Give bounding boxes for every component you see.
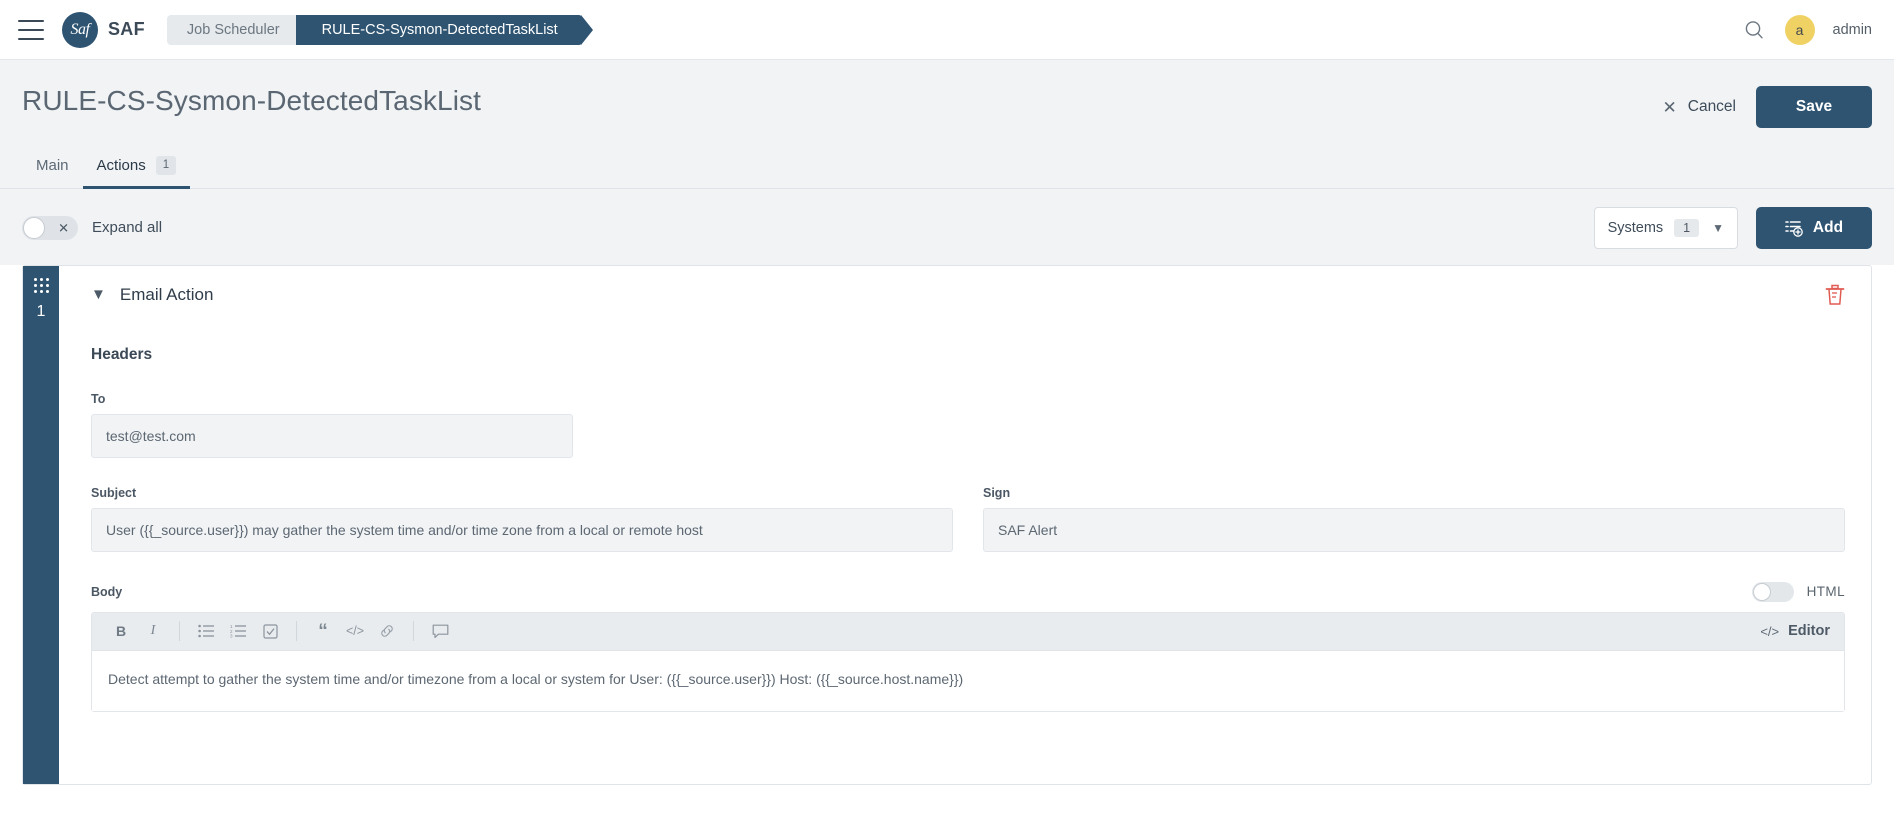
action-index: 1 xyxy=(36,302,46,320)
html-toggle-label: HTML xyxy=(1806,584,1845,600)
toggle-knob xyxy=(1752,582,1771,601)
action-card-body: ▼ Email Action Headers To test@test.com xyxy=(59,266,1871,784)
systems-dropdown-count: 1 xyxy=(1674,218,1700,237)
field-subject-label: Subject xyxy=(91,485,137,500)
subject-sign-row: Subject User ({{_source.user}}) may gath… xyxy=(91,486,1845,552)
expand-all-label: Expand all xyxy=(92,219,163,237)
toolbar-row-right: Systems 1 ▼ Add xyxy=(1593,206,1872,249)
systems-dropdown-label: Systems xyxy=(1607,219,1664,236)
add-list-icon xyxy=(1785,219,1803,237)
username-label[interactable]: admin xyxy=(1833,22,1873,38)
field-to-label: To xyxy=(91,391,106,406)
page-header: RULE-CS-Sysmon-DetectedTaskList ✕ Cancel… xyxy=(0,60,1894,189)
action-card: 1 ▼ Email Action Headers To test@test.co… xyxy=(22,264,1872,785)
toolbar-row: ✕ Expand all Systems 1 ▼ Add xyxy=(0,188,1894,265)
expand-all-control: ✕ Expand all xyxy=(22,215,163,240)
chevron-down-icon: ▼ xyxy=(1712,220,1724,235)
breadcrumb-item-rule[interactable]: RULE-CS-Sysmon-DetectedTaskList xyxy=(295,14,593,45)
subject-input[interactable]: User ({{_source.user}}) may gather the s… xyxy=(91,507,953,552)
chevron-down-icon[interactable]: ▼ xyxy=(91,286,106,303)
editor-mode-button[interactable]: </> Editor xyxy=(1760,623,1830,639)
field-sign-label: Sign xyxy=(983,485,1011,500)
bold-icon[interactable]: B xyxy=(106,617,136,645)
field-subject: Subject User ({{_source.user}}) may gath… xyxy=(91,486,953,552)
breadcrumb: Job Scheduler RULE-CS-Sysmon-DetectedTas… xyxy=(166,14,593,45)
cancel-button[interactable]: ✕ Cancel xyxy=(1663,98,1737,116)
toolbar-divider xyxy=(413,621,414,642)
drag-dots-icon xyxy=(33,277,49,293)
action-card-header: ▼ Email Action xyxy=(91,284,1845,306)
editor-toolbar: B I 1 2 3 “ </> </> Editor xyxy=(92,612,1844,651)
body-field-header: Body HTML xyxy=(91,581,1845,602)
avatar[interactable]: a xyxy=(1784,14,1815,45)
toolbar-divider xyxy=(179,621,180,642)
breadcrumb-label: RULE-CS-Sysmon-DetectedTaskList xyxy=(321,21,558,38)
toggle-knob xyxy=(23,216,45,239)
tab-actions[interactable]: Actions 1 xyxy=(82,156,191,189)
add-button-label: Add xyxy=(1812,218,1844,236)
body-editor-content[interactable]: Detect attempt to gather the system time… xyxy=(92,650,1844,711)
logo-text: Saf xyxy=(70,20,90,38)
save-button[interactable]: Save xyxy=(1756,86,1872,128)
tab-actions-label: Actions xyxy=(96,156,146,174)
editor-mode-label: Editor xyxy=(1788,623,1830,640)
brand-name: SAF xyxy=(108,19,145,39)
field-to: To test@test.com xyxy=(91,392,1845,458)
cancel-button-label: Cancel xyxy=(1687,98,1736,115)
tab-main[interactable]: Main xyxy=(22,156,83,189)
page-title: RULE-CS-Sysmon-DetectedTaskList xyxy=(22,85,482,116)
systems-dropdown[interactable]: Systems 1 ▼ xyxy=(1593,206,1738,249)
avatar-initial: a xyxy=(1795,21,1804,38)
code-icon: </> xyxy=(1760,623,1780,639)
svg-text:3: 3 xyxy=(230,634,233,638)
expand-all-toggle[interactable]: ✕ xyxy=(22,215,78,240)
field-sign: Sign SAF Alert xyxy=(983,486,1845,552)
breadcrumb-label: Job Scheduler xyxy=(186,21,280,38)
field-body-label: Body xyxy=(91,584,123,599)
drag-handle[interactable]: 1 xyxy=(23,265,59,784)
topbar-right: a admin xyxy=(1741,14,1873,45)
italic-icon[interactable]: I xyxy=(138,617,168,645)
hamburger-icon[interactable] xyxy=(18,19,44,40)
toolbar-divider xyxy=(296,621,297,642)
ordered-list-icon[interactable]: 1 2 3 xyxy=(223,617,253,645)
to-input[interactable]: test@test.com xyxy=(91,413,573,458)
top-bar: Saf SAF Job Scheduler RULE-CS-Sysmon-Det… xyxy=(0,0,1894,60)
close-icon: ✕ xyxy=(1662,97,1677,117)
brand[interactable]: Saf SAF xyxy=(62,11,145,48)
bullet-list-icon[interactable] xyxy=(191,617,221,645)
tab-actions-badge: 1 xyxy=(155,156,177,175)
add-button[interactable]: Add xyxy=(1756,206,1872,249)
search-icon[interactable] xyxy=(1741,17,1767,43)
link-icon[interactable] xyxy=(372,617,402,645)
code-icon[interactable]: </> xyxy=(340,617,370,645)
page-header-actions: ✕ Cancel Save xyxy=(1663,86,1872,128)
headers-section-title: Headers xyxy=(91,345,153,363)
trash-icon[interactable] xyxy=(1825,284,1845,306)
sign-input[interactable]: SAF Alert xyxy=(983,507,1845,552)
tab-bar: Main Actions 1 xyxy=(22,156,1872,189)
action-card-title: Email Action xyxy=(119,284,214,304)
close-icon: ✕ xyxy=(58,220,69,236)
page-header-row: RULE-CS-Sysmon-DetectedTaskList ✕ Cancel… xyxy=(22,85,1872,128)
html-toggle-control: HTML xyxy=(1751,581,1845,602)
quote-icon[interactable]: “ xyxy=(308,617,338,645)
tab-main-label: Main xyxy=(36,156,69,174)
breadcrumb-item-job-scheduler[interactable]: Job Scheduler xyxy=(166,14,316,45)
action-card-wrap: 1 ▼ Email Action Headers To test@test.co… xyxy=(0,264,1894,785)
body-editor: B I 1 2 3 “ </> </> Editor Detect attemp… xyxy=(91,611,1845,712)
comment-icon[interactable] xyxy=(425,617,455,645)
saf-logo-icon: Saf xyxy=(62,11,98,48)
html-toggle[interactable] xyxy=(1751,581,1794,602)
checklist-icon[interactable] xyxy=(255,617,285,645)
